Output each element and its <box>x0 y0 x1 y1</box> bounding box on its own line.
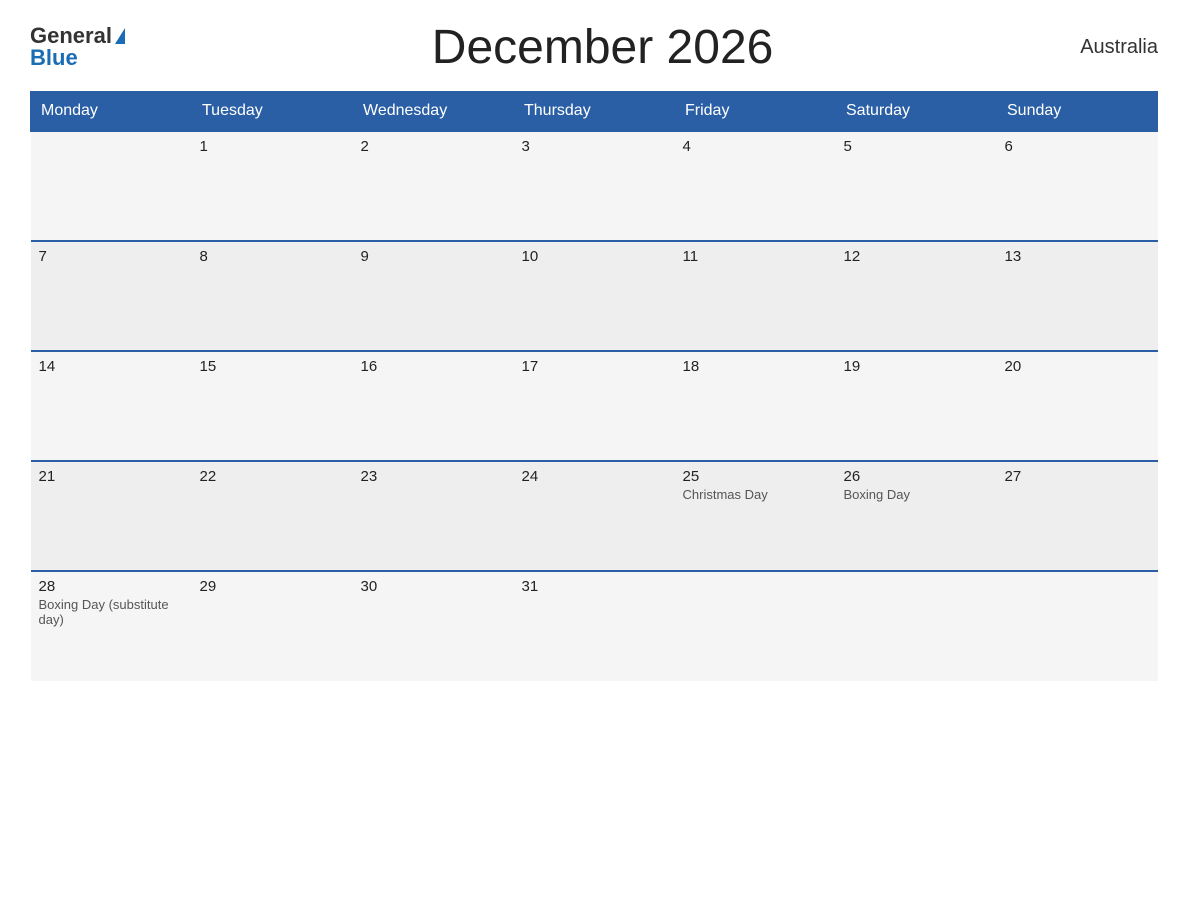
calendar-cell: 22 <box>192 461 353 571</box>
day-number: 17 <box>522 358 667 375</box>
calendar-cell: 19 <box>836 351 997 461</box>
calendar-cell: 27 <box>997 461 1158 571</box>
calendar-cell <box>675 571 836 681</box>
day-number: 16 <box>361 358 506 375</box>
day-number: 2 <box>361 138 506 155</box>
country-label: Australia <box>1080 36 1158 59</box>
calendar-cell: 24 <box>514 461 675 571</box>
calendar-cell: 15 <box>192 351 353 461</box>
calendar-cell: 9 <box>353 241 514 351</box>
calendar-cell: 30 <box>353 571 514 681</box>
day-number: 10 <box>522 248 667 265</box>
calendar-cell: 13 <box>997 241 1158 351</box>
calendar-cell: 18 <box>675 351 836 461</box>
calendar-cell: 29 <box>192 571 353 681</box>
day-number: 26 <box>844 468 989 485</box>
day-number: 22 <box>200 468 345 485</box>
calendar-cell: 20 <box>997 351 1158 461</box>
calendar-cell: 31 <box>514 571 675 681</box>
holiday-label: Boxing Day (substitute day) <box>39 597 184 627</box>
day-number: 23 <box>361 468 506 485</box>
day-number: 3 <box>522 138 667 155</box>
logo-general-text: General <box>30 25 112 47</box>
day-number: 6 <box>1005 138 1150 155</box>
calendar-cell <box>836 571 997 681</box>
calendar-row-2: 789 10 11 12 13 <box>31 241 1158 351</box>
day-number: 25 <box>683 468 828 485</box>
day-number: 7 <box>39 248 184 265</box>
day-number: 1 <box>200 138 345 155</box>
weekday-header-monday: Monday <box>31 92 192 132</box>
day-number: 11 <box>683 248 828 265</box>
day-number: 27 <box>1005 468 1150 485</box>
weekday-header-wednesday: Wednesday <box>353 92 514 132</box>
calendar-cell: 25 Christmas Day <box>675 461 836 571</box>
calendar-row-1: 123456 <box>31 131 1158 241</box>
day-number: 19 <box>844 358 989 375</box>
calendar-cell: 4 <box>675 131 836 241</box>
day-number: 31 <box>522 578 667 595</box>
day-number: 15 <box>200 358 345 375</box>
calendar-cell <box>997 571 1158 681</box>
day-number: 28 <box>39 578 184 595</box>
day-number: 20 <box>1005 358 1150 375</box>
calendar-cell: 16 <box>353 351 514 461</box>
calendar-cell <box>31 131 192 241</box>
calendar-cell: 1 <box>192 131 353 241</box>
day-number: 24 <box>522 468 667 485</box>
day-number: 14 <box>39 358 184 375</box>
calendar-cell: 12 <box>836 241 997 351</box>
logo-blue-text: Blue <box>30 45 78 70</box>
calendar-cell: 14 <box>31 351 192 461</box>
calendar-cell: 17 <box>514 351 675 461</box>
day-number: 29 <box>200 578 345 595</box>
weekday-header-thursday: Thursday <box>514 92 675 132</box>
day-number: 8 <box>200 248 345 265</box>
day-number: 5 <box>844 138 989 155</box>
logo-triangle-icon <box>115 28 125 44</box>
weekday-header-saturday: Saturday <box>836 92 997 132</box>
weekday-header-friday: Friday <box>675 92 836 132</box>
weekday-header-row: MondayTuesdayWednesdayThursdayFridaySatu… <box>31 92 1158 132</box>
calendar-cell: 6 <box>997 131 1158 241</box>
day-number: 18 <box>683 358 828 375</box>
day-number: 4 <box>683 138 828 155</box>
calendar-cell: 7 <box>31 241 192 351</box>
calendar-cell: 26 Boxing Day <box>836 461 997 571</box>
calendar-cell: 2 <box>353 131 514 241</box>
weekday-header-sunday: Sunday <box>997 92 1158 132</box>
calendar-cell: 3 <box>514 131 675 241</box>
day-number: 13 <box>1005 248 1150 265</box>
day-number: 21 <box>39 468 184 485</box>
day-number: 9 <box>361 248 506 265</box>
calendar-cell: 10 <box>514 241 675 351</box>
logo: General Blue <box>30 25 125 70</box>
calendar-cell: 5 <box>836 131 997 241</box>
weekday-header-tuesday: Tuesday <box>192 92 353 132</box>
calendar-row-3: 14 15 16 17 18 19 20 <box>31 351 1158 461</box>
calendar-cell: 28 Boxing Day (substitute day) <box>31 571 192 681</box>
day-number: 30 <box>361 578 506 595</box>
calendar-table: MondayTuesdayWednesdayThursdayFridaySatu… <box>30 91 1158 681</box>
day-number: 12 <box>844 248 989 265</box>
calendar-cell: 8 <box>192 241 353 351</box>
holiday-label: Christmas Day <box>683 487 828 502</box>
calendar-row-5: 28 Boxing Day (substitute day) 29 30 31 <box>31 571 1158 681</box>
calendar-row-4: 21 22 23 24 25 Christmas Day 26 Boxing Day 27 <box>31 461 1158 571</box>
page-header: General Blue December 2026 Australia <box>30 20 1158 75</box>
calendar-cell: 21 <box>31 461 192 571</box>
holiday-label: Boxing Day <box>844 487 989 502</box>
calendar-cell: 23 <box>353 461 514 571</box>
calendar-cell: 11 <box>675 241 836 351</box>
page-title: December 2026 <box>432 20 774 75</box>
